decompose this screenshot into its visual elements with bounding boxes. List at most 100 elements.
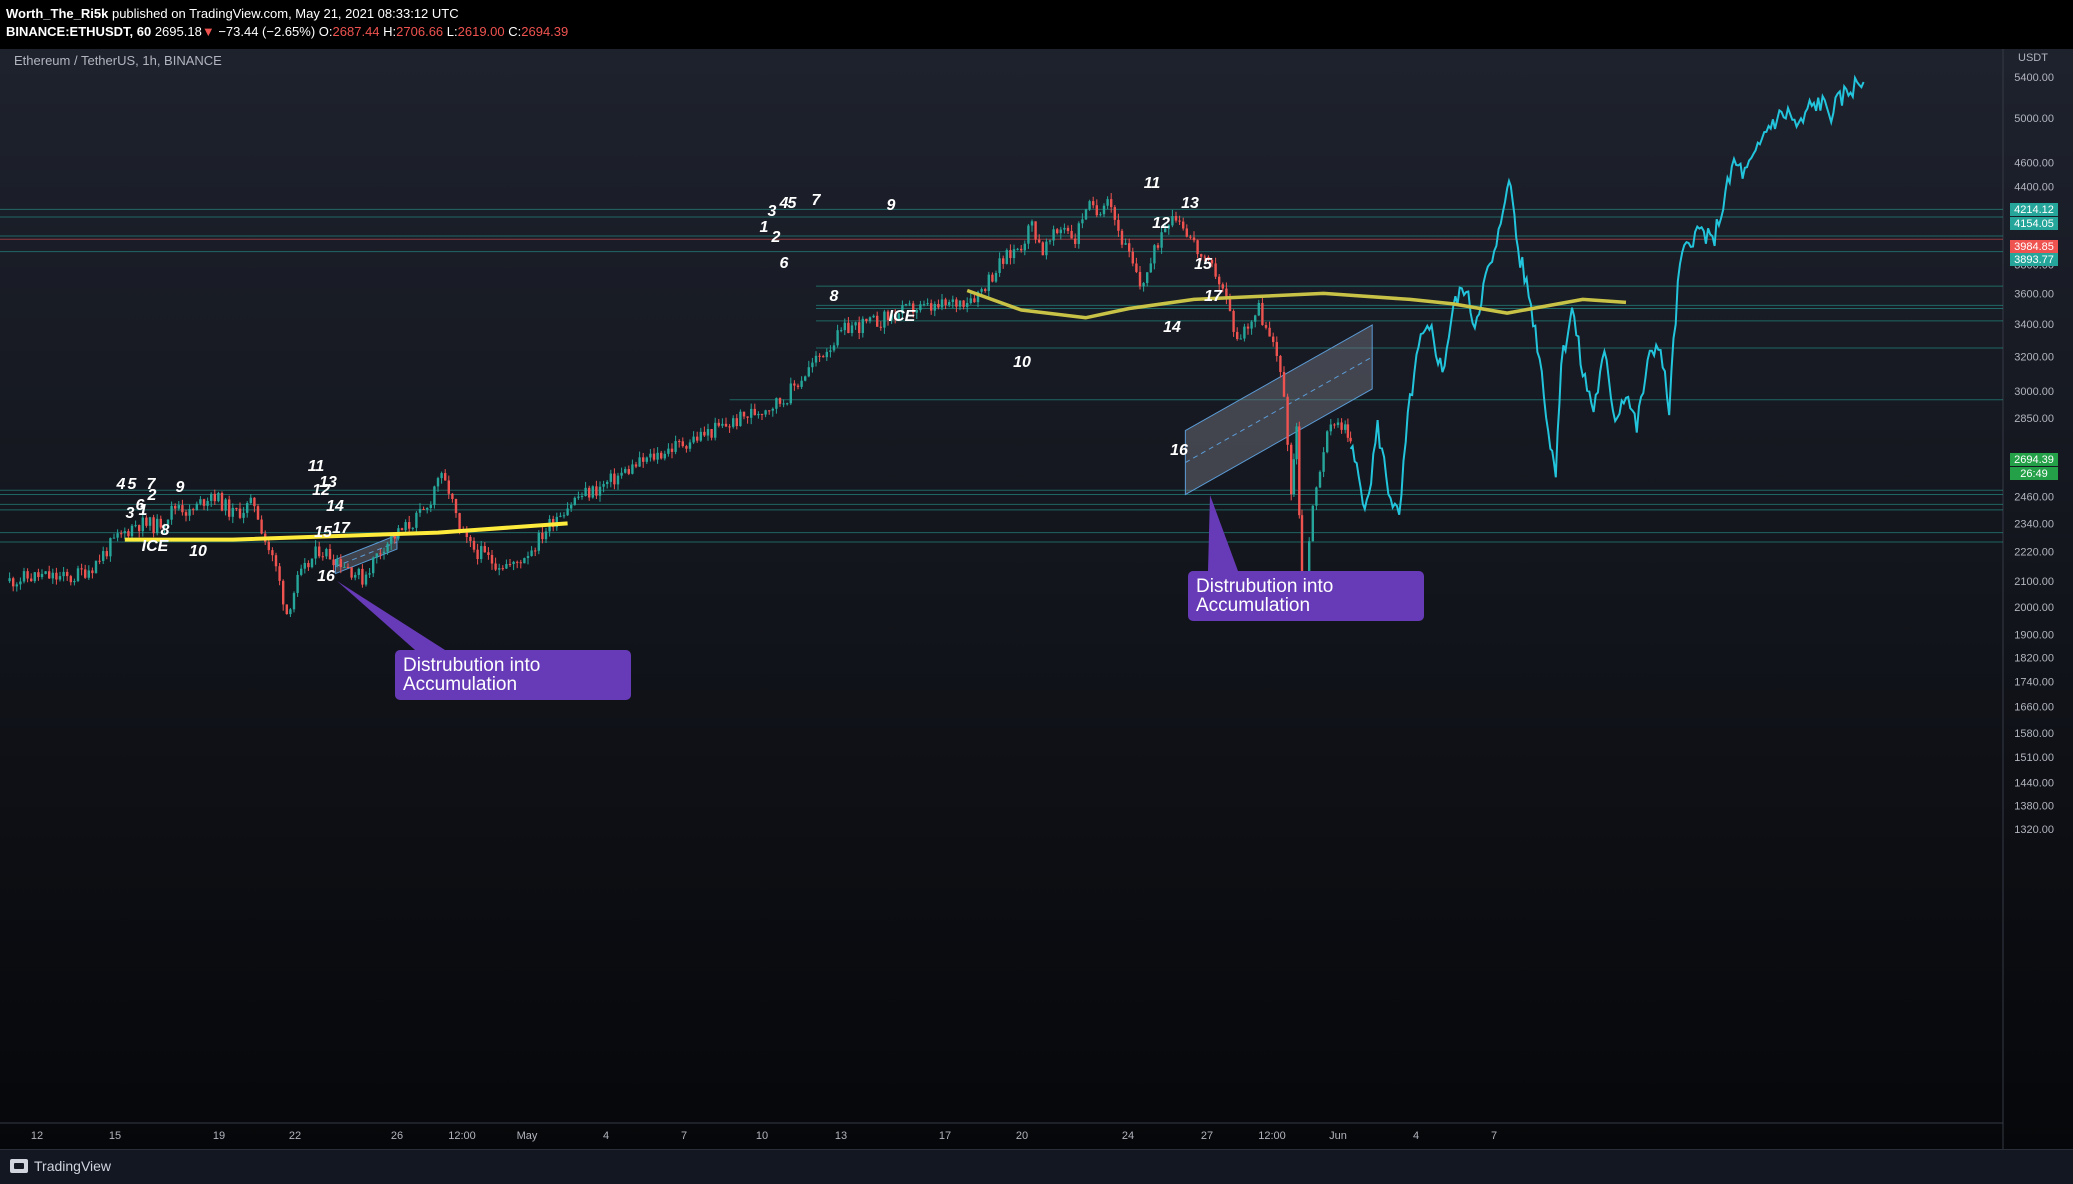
candle-body	[393, 536, 396, 539]
candle-body	[706, 429, 710, 436]
candle-body	[231, 507, 234, 517]
tradingview-logo[interactable]: TradingView	[10, 1158, 111, 1174]
candle-body	[937, 303, 940, 308]
candle-body	[591, 486, 594, 498]
candle-body	[940, 299, 944, 308]
candle-body	[310, 558, 314, 568]
candle-body	[249, 497, 252, 504]
candle-body	[699, 431, 702, 441]
candle-body	[710, 429, 713, 438]
price-chart[interactable]: Ethereum / TetherUS, 1h, BINANCE USDT 12…	[0, 49, 2073, 1149]
y-tick-label: 3200.00	[2014, 351, 2054, 363]
candle-body	[829, 350, 832, 352]
candle-body	[919, 304, 922, 311]
candle-body	[883, 311, 886, 328]
candle-body	[746, 416, 749, 418]
candle-body	[1171, 216, 1174, 226]
candle-body	[1030, 221, 1034, 226]
candle-body	[742, 411, 746, 417]
x-tick-label: 7	[1491, 1130, 1497, 1142]
candle-body	[544, 531, 548, 540]
candle-body	[998, 258, 1001, 273]
candle-body	[775, 398, 778, 409]
candle-body	[1038, 239, 1041, 243]
candle-body	[87, 570, 90, 578]
candle-body	[170, 505, 173, 520]
candle-body	[836, 330, 839, 346]
candle-body	[602, 484, 605, 487]
chart-area[interactable]: Ethereum / TetherUS, 1h, BINANCE USDT 12…	[0, 49, 2073, 1149]
candle-body	[1243, 326, 1246, 339]
candle-body	[1264, 325, 1268, 328]
candle-body	[584, 487, 587, 496]
open-value: 2687.44	[332, 24, 380, 39]
candle-body	[980, 289, 983, 292]
candle-body	[526, 556, 530, 559]
candle-body	[1160, 232, 1163, 248]
candle-body	[130, 525, 134, 537]
x-tick-label: 12:00	[1258, 1130, 1286, 1142]
candle-body	[966, 303, 969, 307]
candle-body	[1005, 250, 1008, 264]
candle-body	[422, 508, 425, 510]
candle-body	[786, 403, 789, 405]
candle-body	[688, 442, 692, 449]
candle-body	[472, 540, 476, 550]
candle-body	[508, 564, 512, 566]
wave-label: 4	[116, 476, 126, 493]
y-tick-label: 2220.00	[2014, 546, 2054, 558]
candle-body	[1128, 243, 1131, 252]
candle-body	[1002, 258, 1005, 264]
publication-info: Worth_The_Ri5k published on TradingView.…	[6, 6, 459, 21]
x-tick-label: 20	[1016, 1130, 1028, 1142]
candle-body	[566, 508, 569, 516]
candle-body	[400, 528, 404, 531]
y-tick-label: 1320.00	[2014, 824, 2054, 836]
candle-body	[314, 546, 317, 559]
y-axis-unit: USDT	[2018, 52, 2048, 64]
candle-body	[1124, 243, 1127, 245]
candle-body	[228, 499, 231, 517]
candle-body	[94, 560, 98, 574]
y-tick-label: 1740.00	[2014, 677, 2054, 689]
last-price: 2695.18	[154, 24, 202, 39]
candle-body	[339, 559, 342, 568]
candle-body	[537, 532, 540, 551]
candle-body	[620, 472, 623, 476]
y-tick-label: 5400.00	[2014, 72, 2054, 84]
candle-body	[814, 355, 818, 363]
candle-body	[253, 497, 256, 507]
candle-body	[534, 550, 537, 552]
callout-text: Accumulation	[1196, 595, 1310, 616]
candle-body	[991, 274, 994, 282]
chart-background	[0, 49, 2073, 1149]
candle-body	[447, 480, 450, 494]
x-tick-label: 17	[939, 1130, 951, 1142]
candle-body	[343, 566, 346, 568]
candle-body	[714, 422, 717, 438]
candle-body	[235, 507, 238, 509]
candle-body	[588, 487, 591, 498]
candle-body	[1027, 225, 1030, 244]
y-tick-label: 2340.00	[2014, 518, 2054, 530]
candle-body	[703, 431, 706, 436]
candle-body	[573, 497, 576, 505]
candle-body	[274, 555, 278, 567]
candle-body	[670, 448, 674, 452]
published-text: published on TradingView.com, May 21, 20…	[111, 6, 459, 21]
candle-body	[973, 298, 976, 303]
candle-body	[951, 299, 954, 303]
candle-body	[732, 418, 735, 427]
author-name[interactable]: Worth_The_Ri5k	[6, 6, 108, 21]
candle-body	[440, 473, 443, 479]
candle-body	[188, 509, 191, 516]
candle-body	[411, 527, 414, 529]
candle-body	[822, 356, 825, 358]
candle-body	[1239, 338, 1242, 340]
x-tick-label: 22	[289, 1130, 301, 1142]
candle-body	[213, 493, 216, 502]
candle-body	[1261, 302, 1264, 326]
candle-body	[1250, 321, 1253, 329]
footer-bar: TradingView	[0, 1149, 2073, 1184]
candle-body	[1290, 444, 1293, 495]
